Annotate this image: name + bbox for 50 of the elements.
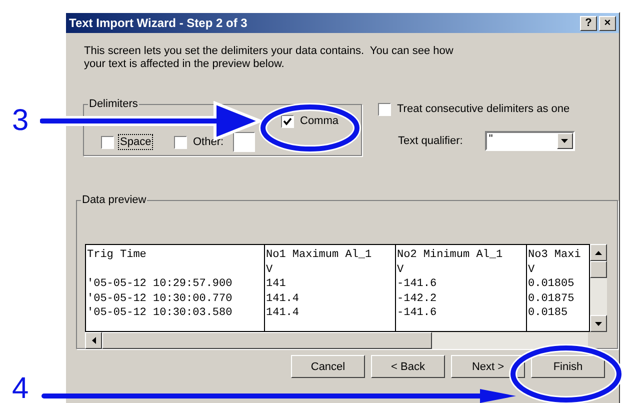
table-cell-text: '05-05-12 10:30:03.580 bbox=[86, 306, 234, 320]
column-header: No3 Maxi bbox=[527, 248, 582, 262]
window-title: Text Import Wizard - Step 2 of 3 bbox=[69, 16, 248, 30]
table-cell-text: 141 bbox=[265, 277, 287, 292]
scrollbar-thumb[interactable] bbox=[590, 261, 607, 278]
table-cell-text: 0.0185 bbox=[527, 306, 569, 320]
dialog-button[interactable]: Cancel bbox=[291, 355, 365, 378]
step-number: 4 bbox=[12, 374, 29, 403]
checkbox-label[interactable]: Space bbox=[118, 134, 154, 150]
help-button[interactable]: ? bbox=[580, 16, 597, 30]
left-arrow-icon bbox=[92, 337, 96, 344]
unit-cell-text: V bbox=[527, 262, 536, 277]
table-cell-text: -141.6 bbox=[396, 306, 438, 320]
field-label: Text qualifier: bbox=[398, 135, 463, 147]
close-button[interactable]: × bbox=[599, 16, 616, 30]
vertical-scrollbar[interactable] bbox=[590, 244, 607, 332]
up-arrow-icon bbox=[595, 250, 602, 254]
table-cell-text: '05-05-12 10:30:00.770 bbox=[86, 292, 234, 306]
dialog-button[interactable]: Finish bbox=[531, 355, 605, 378]
column-header: Trig Time bbox=[86, 248, 148, 262]
scrollbar-thumb[interactable] bbox=[102, 332, 432, 349]
dialog-button[interactable]: < Back bbox=[371, 355, 445, 378]
intro-text: This screen lets you set the delimiters your data contains. You can see how your text is affected in the preview below. bbox=[84, 45, 454, 71]
checkbox-label[interactable]: Comma bbox=[298, 113, 341, 129]
column-header: No2 Minimum Al_1 bbox=[396, 248, 504, 262]
unit-cell-text: V bbox=[396, 262, 405, 277]
group-label: Delimiters bbox=[88, 98, 139, 110]
checkbox-label[interactable]: Treat consecutive delimiters as one bbox=[395, 101, 572, 117]
check-icon bbox=[283, 116, 292, 126]
step-number: 3 bbox=[12, 106, 29, 136]
table-cell-text: -142.2 bbox=[396, 292, 438, 306]
table-cell-text: 0.01805 bbox=[527, 277, 576, 292]
checkbox-label[interactable]: Other: bbox=[191, 134, 226, 150]
dropdown-arrow-icon bbox=[561, 139, 568, 143]
column-header: No1 Maximum Al_1 bbox=[265, 248, 373, 262]
checkbox[interactable] bbox=[378, 102, 391, 116]
checkbox[interactable] bbox=[281, 114, 294, 128]
table-cell-text: 141.4 bbox=[265, 306, 300, 320]
qualifier-dropdown[interactable]: " bbox=[484, 131, 575, 151]
table-cell-text: 0.01875 bbox=[527, 292, 576, 306]
unit-cell-text: V bbox=[265, 262, 274, 277]
checkbox[interactable] bbox=[101, 136, 114, 148]
table-cell-text: 141.4 bbox=[265, 292, 300, 306]
down-arrow-icon bbox=[595, 322, 602, 326]
checkbox[interactable] bbox=[174, 136, 187, 148]
group-label: Data preview bbox=[81, 194, 148, 206]
table-cell-text: -141.6 bbox=[396, 277, 438, 292]
table-cell-text: '05-05-12 10:29:57.900 bbox=[86, 277, 234, 292]
other-input-field[interactable] bbox=[232, 132, 255, 152]
horizontal-scrollbar[interactable] bbox=[85, 332, 588, 349]
